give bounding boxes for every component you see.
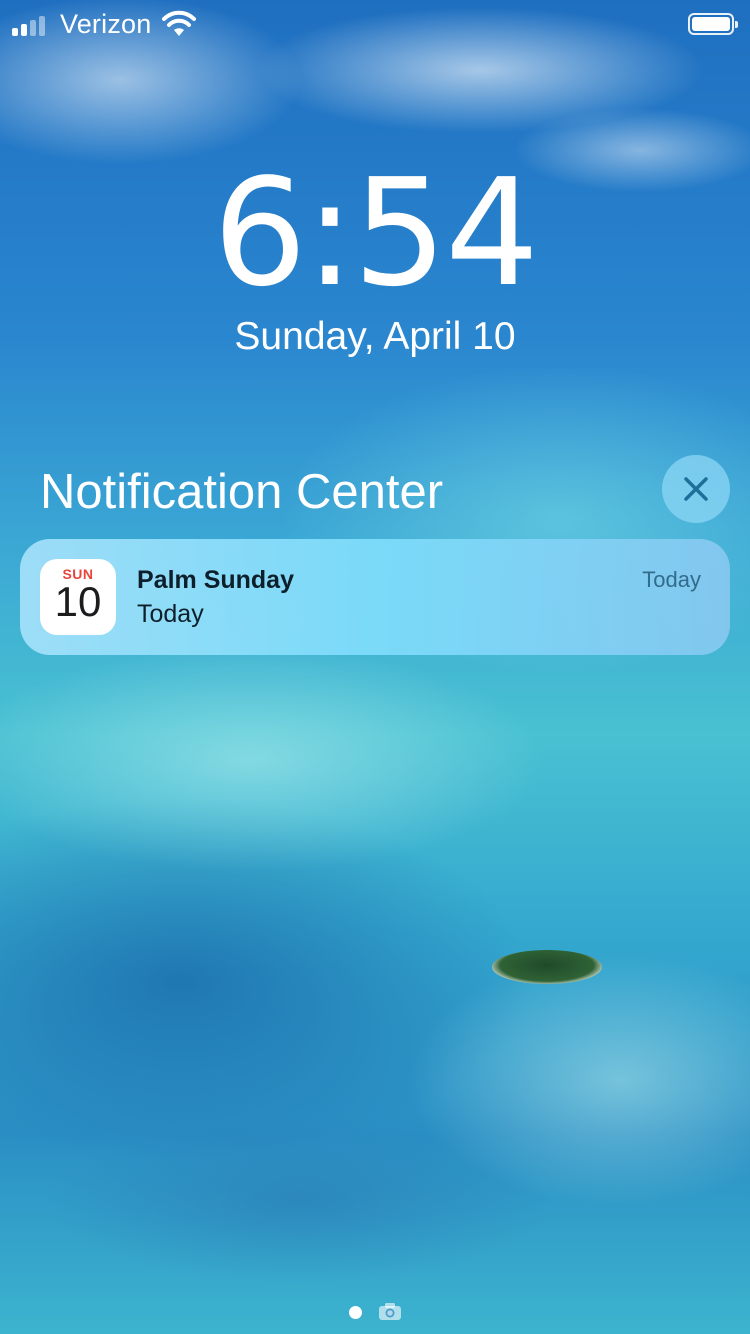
lock-screen-date: Sunday, April 10 xyxy=(234,315,516,358)
notification-time: Today xyxy=(642,567,701,592)
calendar-icon-date: 10 xyxy=(54,578,102,625)
cellular-signal-icon xyxy=(12,14,52,36)
wifi-icon xyxy=(162,10,196,36)
carrier-name: Verizon xyxy=(60,9,152,39)
page-dot-current[interactable] xyxy=(349,1306,362,1319)
lock-screen-time: 6:54 xyxy=(212,147,539,319)
notification-title: Palm Sunday xyxy=(137,566,294,594)
wallpaper-island xyxy=(492,950,602,984)
notification-card[interactable]: SUN 10 Palm Sunday Today Today xyxy=(20,539,730,655)
close-icon xyxy=(684,477,708,501)
page-indicator xyxy=(345,1300,405,1324)
camera-icon[interactable] xyxy=(378,1301,402,1321)
calendar-icon: SUN 10 xyxy=(40,559,116,635)
status-bar: Verizon xyxy=(0,0,750,48)
clear-notifications-button[interactable] xyxy=(662,455,730,523)
notification-body: Today xyxy=(137,600,204,628)
battery-icon xyxy=(688,13,738,35)
notification-center-title: Notification Center xyxy=(40,465,444,519)
